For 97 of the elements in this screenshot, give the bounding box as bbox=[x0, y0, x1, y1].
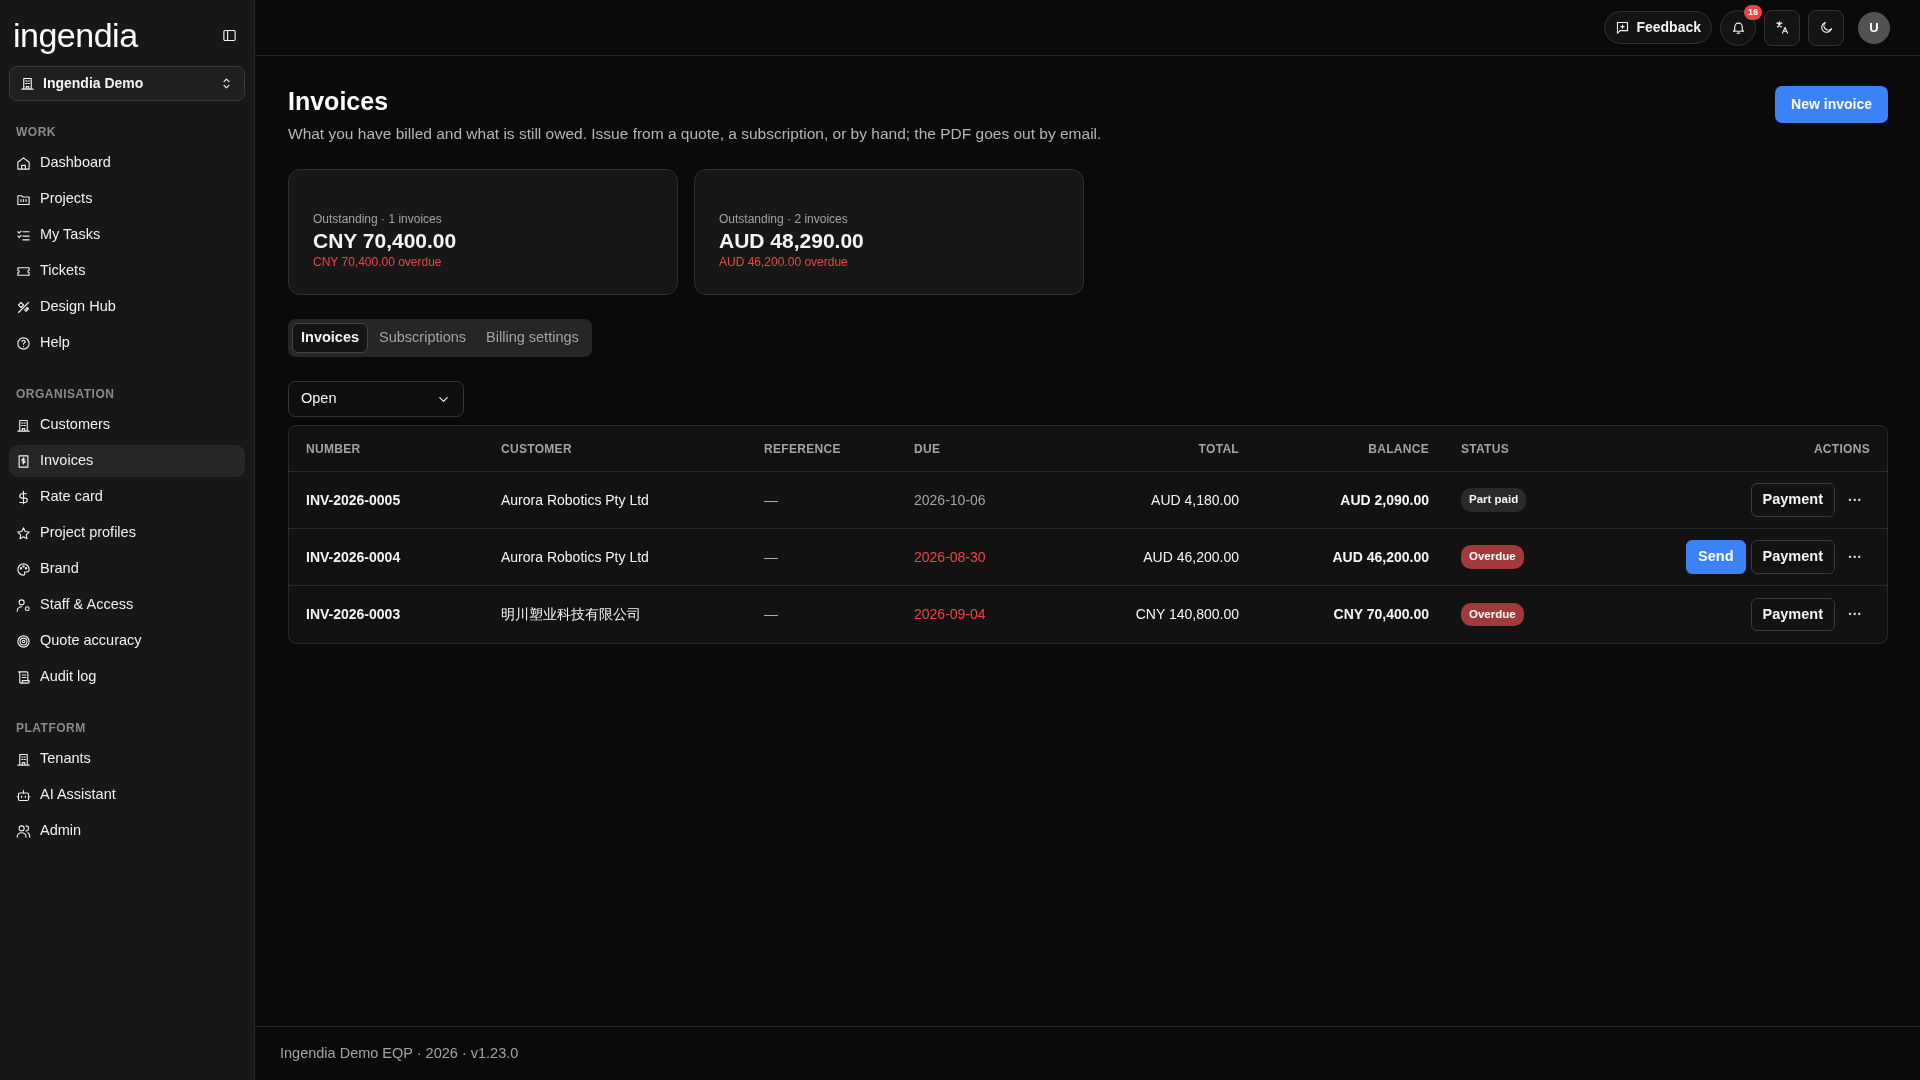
moon-icon bbox=[1818, 20, 1834, 35]
card-amount: CNY 70,400.00 bbox=[313, 227, 458, 253]
language-button[interactable] bbox=[1764, 9, 1800, 46]
more-button[interactable]: ··· bbox=[1840, 489, 1870, 511]
tab[interactable]: Invoices bbox=[292, 323, 369, 353]
total-amount: CNY 140,800.00 bbox=[1135, 606, 1239, 622]
invoice-number: INV-2026-0005 bbox=[306, 491, 401, 508]
sidebar-item[interactable]: Staff & Access bbox=[9, 589, 245, 621]
total-amount: AUD 4,180.00 bbox=[1151, 491, 1239, 508]
target-icon bbox=[16, 633, 31, 649]
building-icon bbox=[16, 751, 31, 767]
page-subtitle: What you have billed and what is still owed. Issue from a quote, a subscription, or by hand; the PDF goes out by email. bbox=[288, 124, 1102, 144]
building-icon bbox=[20, 76, 35, 91]
feedback-button[interactable]: Feedback bbox=[1604, 11, 1712, 44]
footer-text: Ingendia Demo EQP · 2026 · v1.23.0 bbox=[280, 1043, 519, 1063]
customer-name: Aurora Robotics Pty Ltd bbox=[501, 491, 649, 508]
column-header: DUE bbox=[914, 440, 942, 458]
balance-amount: AUD 2,090.00 bbox=[1340, 491, 1429, 508]
column-header: STATUS bbox=[1460, 440, 1511, 458]
dollar-icon bbox=[16, 489, 31, 505]
due-date: 2026-09-04 bbox=[914, 606, 986, 622]
payment-button[interactable]: Payment bbox=[1750, 540, 1835, 574]
column-header: TOTAL bbox=[1197, 440, 1239, 458]
more-button[interactable]: ··· bbox=[1840, 604, 1870, 625]
balance-amount: AUD 46,200.00 bbox=[1332, 548, 1429, 565]
person-icon bbox=[16, 597, 31, 613]
logo: ingendia bbox=[13, 18, 138, 52]
balance-amount: CNY 70,400.00 bbox=[1333, 606, 1429, 622]
total-amount: AUD 46,200.00 bbox=[1143, 548, 1239, 565]
sidebar-item[interactable]: AI Assistant bbox=[9, 779, 245, 811]
sidebar-item[interactable]: Projects bbox=[9, 183, 245, 215]
building-icon bbox=[16, 417, 31, 433]
tab[interactable]: Subscriptions bbox=[370, 323, 476, 353]
robot-icon bbox=[16, 787, 31, 803]
column-header: ACTIONS bbox=[1812, 440, 1870, 458]
sidebar-item[interactable]: Admin bbox=[9, 815, 245, 847]
due-date: 2026-08-30 bbox=[914, 548, 986, 565]
overdue-amount: CNY 70,400.00 overdue bbox=[313, 253, 443, 271]
sidebar-item[interactable]: Dashboard bbox=[9, 147, 245, 179]
payment-button[interactable]: Payment bbox=[1750, 483, 1835, 517]
help-icon bbox=[16, 335, 31, 351]
sidebar-item[interactable]: Quote accuracy bbox=[9, 625, 245, 657]
card-caption: Outstanding · 1 invoices bbox=[313, 210, 443, 228]
scroll-icon bbox=[16, 669, 31, 685]
sidebar-item[interactable]: Brand bbox=[9, 553, 245, 585]
sidebar-item[interactable]: Tickets bbox=[9, 255, 245, 287]
star-icon bbox=[16, 525, 31, 541]
sidebar-item[interactable]: Rate card bbox=[9, 481, 245, 513]
sidebar-item[interactable]: Invoices bbox=[9, 445, 245, 477]
reference-cell: — bbox=[764, 548, 778, 565]
invoice-number: INV-2026-0004 bbox=[306, 548, 401, 565]
sidebar-item[interactable]: Customers bbox=[9, 409, 245, 441]
sidebar-item[interactable]: Tenants bbox=[9, 743, 245, 775]
section-heading: WORK bbox=[15, 124, 57, 141]
sidebar-toggle-icon bbox=[222, 27, 237, 43]
customer-name: Aurora Robotics Pty Ltd bbox=[501, 548, 649, 565]
column-header: NUMBER bbox=[306, 440, 362, 458]
status-badge: Part paid bbox=[1461, 488, 1527, 512]
receipt-icon bbox=[16, 453, 31, 469]
column-header: CUSTOMER bbox=[501, 440, 573, 458]
customer-name: 明川塑业科技有限公司 bbox=[501, 606, 641, 622]
section-heading: ORGANISATION bbox=[15, 386, 116, 403]
theme-toggle-button[interactable] bbox=[1808, 9, 1844, 46]
status-badge: Overdue bbox=[1461, 602, 1524, 627]
payment-button[interactable]: Payment bbox=[1750, 597, 1835, 632]
notifications-button[interactable] bbox=[1720, 9, 1756, 46]
notification-count: 16 bbox=[1744, 4, 1762, 20]
card-caption: Outstanding · 2 invoices bbox=[719, 210, 849, 228]
workspace-switcher[interactable]: Ingendia Demo bbox=[9, 66, 245, 101]
people-icon bbox=[16, 823, 31, 839]
house-icon bbox=[16, 155, 31, 171]
card-amount: AUD 48,290.00 bbox=[719, 227, 865, 253]
more-button[interactable]: ··· bbox=[1840, 546, 1870, 568]
status-badge: Overdue bbox=[1461, 545, 1524, 569]
overdue-amount: AUD 46,200.00 overdue bbox=[719, 253, 849, 271]
sidebar-item[interactable]: Project profiles bbox=[9, 517, 245, 549]
new-invoice-button[interactable]: New invoice bbox=[1775, 86, 1888, 123]
translate-icon bbox=[1774, 20, 1790, 35]
sidebar-item[interactable]: Design Hub bbox=[9, 291, 245, 323]
reference-cell: — bbox=[764, 606, 778, 622]
sidebar-item[interactable]: Audit log bbox=[9, 661, 245, 693]
invoice-number: INV-2026-0003 bbox=[306, 606, 401, 622]
palette-icon bbox=[16, 561, 31, 577]
reference-cell: — bbox=[764, 491, 778, 508]
column-header: REFERENCE bbox=[764, 440, 842, 458]
status-filter[interactable]: Open bbox=[288, 381, 464, 417]
page-title: Invoices bbox=[288, 86, 390, 116]
due-date: 2026-10-06 bbox=[914, 491, 986, 508]
bell-icon bbox=[1730, 20, 1746, 35]
send-button[interactable]: Send bbox=[1686, 540, 1746, 574]
sidebar-item[interactable]: My Tasks bbox=[9, 219, 245, 251]
column-header: BALANCE bbox=[1367, 440, 1429, 458]
tab[interactable]: Billing settings bbox=[477, 323, 588, 353]
sidebar-item[interactable]: Help bbox=[9, 327, 245, 359]
section-heading: PLATFORM bbox=[15, 720, 87, 737]
message-plus-icon bbox=[1615, 20, 1631, 35]
user-avatar[interactable]: U bbox=[1858, 11, 1890, 44]
